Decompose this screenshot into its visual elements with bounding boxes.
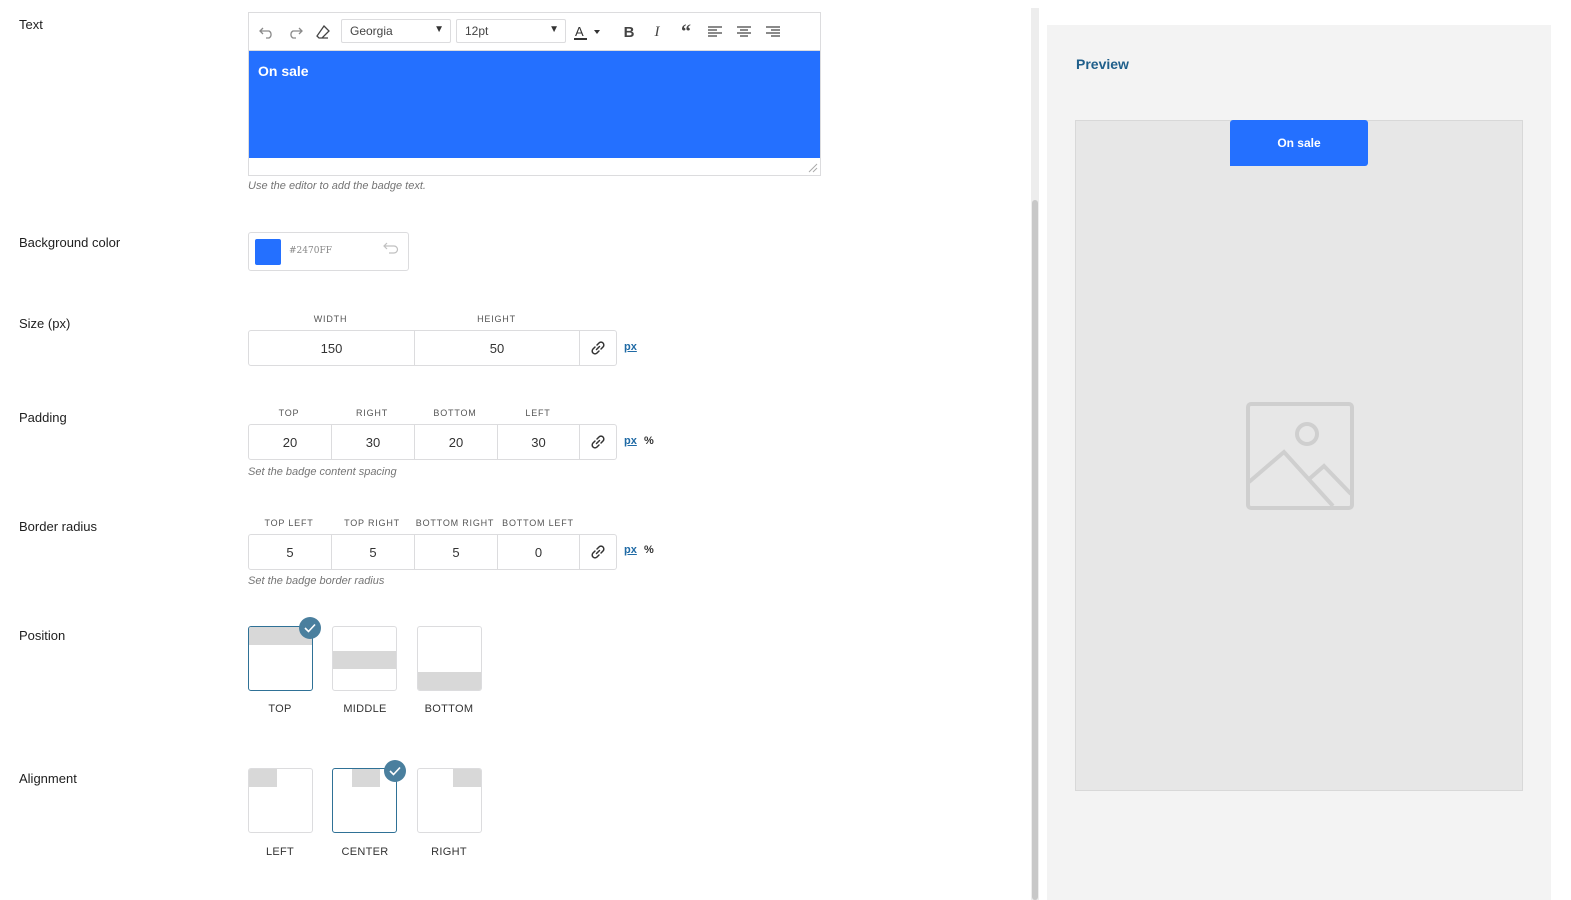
font-family-value: Georgia <box>350 24 393 38</box>
label-border-radius: Border radius <box>19 519 98 534</box>
size-input-group: 150 50 <box>248 330 617 366</box>
bold-icon[interactable]: B <box>617 20 641 44</box>
radius-top-right-input[interactable]: 5 <box>332 535 415 569</box>
link-icon[interactable] <box>580 425 616 459</box>
label-alignment: Alignment <box>19 771 77 786</box>
editor-content-text: On sale <box>258 63 309 79</box>
undo-icon[interactable] <box>255 20 279 44</box>
position-option-middle[interactable] <box>332 626 397 691</box>
preview-badge: On sale <box>1230 120 1368 166</box>
align-right-icon[interactable] <box>761 20 785 44</box>
resize-handle-icon[interactable] <box>808 163 818 173</box>
unit-px-toggle[interactable]: px <box>624 341 637 353</box>
size-height-input[interactable]: 50 <box>415 331 580 365</box>
unit-px-toggle[interactable]: px <box>624 435 637 447</box>
radius-bottom-right-label: BOTTOM RIGHT <box>415 518 495 528</box>
reset-icon[interactable] <box>383 242 399 257</box>
editor-help-text: Use the editor to add the badge text. <box>248 180 426 192</box>
alignment-preview-bar <box>249 769 277 787</box>
size-width-input[interactable]: 150 <box>249 331 415 365</box>
radius-bottom-left-input[interactable]: 0 <box>498 535 580 569</box>
padding-top-input[interactable]: 20 <box>249 425 332 459</box>
radius-help-text: Set the badge border radius <box>248 575 385 587</box>
alignment-preview-bar <box>352 769 380 787</box>
svg-text:A: A <box>575 24 584 39</box>
alignment-option-left[interactable] <box>248 768 313 833</box>
padding-right-input[interactable]: 30 <box>332 425 415 459</box>
padding-bottom-label: BOTTOM <box>433 408 477 418</box>
radius-top-right-label: TOP RIGHT <box>344 518 400 528</box>
editor-toolbar: Georgia ▼ 12pt ▼ A B I “ <box>249 13 820 51</box>
padding-left-input[interactable]: 30 <box>498 425 580 459</box>
unit-percent-toggle[interactable]: % <box>644 544 654 556</box>
position-preview-bar <box>418 672 481 690</box>
label-padding: Padding <box>19 410 67 425</box>
radius-top-left-input[interactable]: 5 <box>249 535 332 569</box>
editor-content-area[interactable]: On sale <box>249 51 820 158</box>
color-hex-value: #2470FF <box>289 246 332 256</box>
eraser-icon[interactable] <box>311 20 335 44</box>
alignment-label-left: LEFT <box>265 846 295 858</box>
unit-percent-toggle[interactable]: % <box>644 435 654 447</box>
radius-input-group: 5 5 5 0 <box>248 534 617 570</box>
scrollbar-thumb[interactable] <box>1032 200 1038 900</box>
redo-icon[interactable] <box>283 20 307 44</box>
check-icon <box>384 760 406 782</box>
chevron-down-icon: ▼ <box>434 24 444 35</box>
label-background-color: Background color <box>19 235 121 250</box>
size-height-label: HEIGHT <box>477 314 516 324</box>
label-position: Position <box>19 628 66 643</box>
padding-left-label: LEFT <box>525 408 551 418</box>
text-color-icon[interactable]: A <box>571 20 605 44</box>
link-icon[interactable] <box>580 331 616 365</box>
color-swatch[interactable] <box>255 239 281 265</box>
italic-icon[interactable]: I <box>645 20 669 44</box>
radius-bottom-left-label: BOTTOM LEFT <box>502 518 574 528</box>
chevron-down-icon: ▼ <box>549 24 559 35</box>
check-icon <box>299 617 321 639</box>
alignment-label-right: RIGHT <box>431 846 467 858</box>
position-label-top: TOP <box>268 703 292 715</box>
alignment-preview-bar <box>453 769 481 787</box>
image-placeholder-icon <box>1246 402 1354 510</box>
rich-text-editor[interactable]: Georgia ▼ 12pt ▼ A B I “ On sale <box>248 12 821 176</box>
unit-px-toggle[interactable]: px <box>624 544 637 556</box>
alignment-label-center: CENTER <box>341 846 389 858</box>
align-center-icon[interactable] <box>732 20 756 44</box>
position-label-bottom: BOTTOM <box>424 703 474 715</box>
blockquote-icon[interactable]: “ <box>674 20 698 44</box>
preview-badge-text: On sale <box>1277 136 1321 150</box>
label-size: Size (px) <box>19 316 71 331</box>
font-size-select[interactable]: 12pt ▼ <box>456 19 566 43</box>
position-label-middle: MIDDLE <box>343 703 387 715</box>
font-family-select[interactable]: Georgia ▼ <box>341 19 451 43</box>
padding-input-group: 20 30 20 30 <box>248 424 617 460</box>
color-picker[interactable]: #2470FF <box>248 232 409 271</box>
padding-help-text: Set the badge content spacing <box>248 466 397 478</box>
size-width-label: WIDTH <box>313 314 348 324</box>
preview-title: Preview <box>1076 56 1129 72</box>
position-preview-bar <box>333 651 396 669</box>
padding-bottom-input[interactable]: 20 <box>415 425 498 459</box>
link-icon[interactable] <box>580 535 616 569</box>
font-size-value: 12pt <box>465 24 489 38</box>
alignment-option-right[interactable] <box>417 768 482 833</box>
padding-top-label: TOP <box>278 408 300 418</box>
radius-top-left-label: TOP LEFT <box>264 518 314 528</box>
padding-right-label: RIGHT <box>356 408 388 418</box>
position-option-bottom[interactable] <box>417 626 482 691</box>
label-text: Text <box>19 17 43 32</box>
align-left-icon[interactable] <box>703 20 727 44</box>
radius-bottom-right-input[interactable]: 5 <box>415 535 498 569</box>
